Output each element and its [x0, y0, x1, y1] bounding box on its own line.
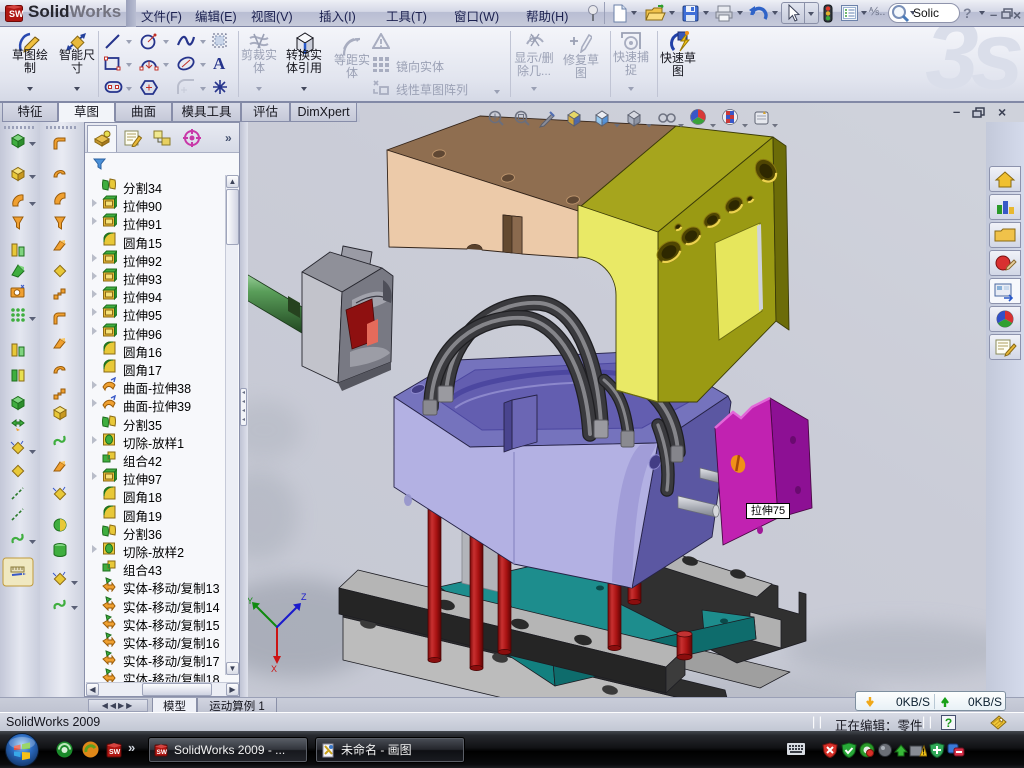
svg-text:Y: Y [248, 596, 253, 606]
svg-text:A: A [213, 54, 226, 72]
svg-text:Z: Z [301, 592, 307, 602]
svg-text:SW: SW [9, 9, 24, 19]
svg-text:!: ! [922, 748, 925, 757]
svg-text:6: 6 [529, 34, 535, 45]
svg-text:X: X [271, 664, 277, 674]
svg-text:SW: SW [157, 749, 168, 756]
svg-text:SW: SW [109, 749, 121, 756]
